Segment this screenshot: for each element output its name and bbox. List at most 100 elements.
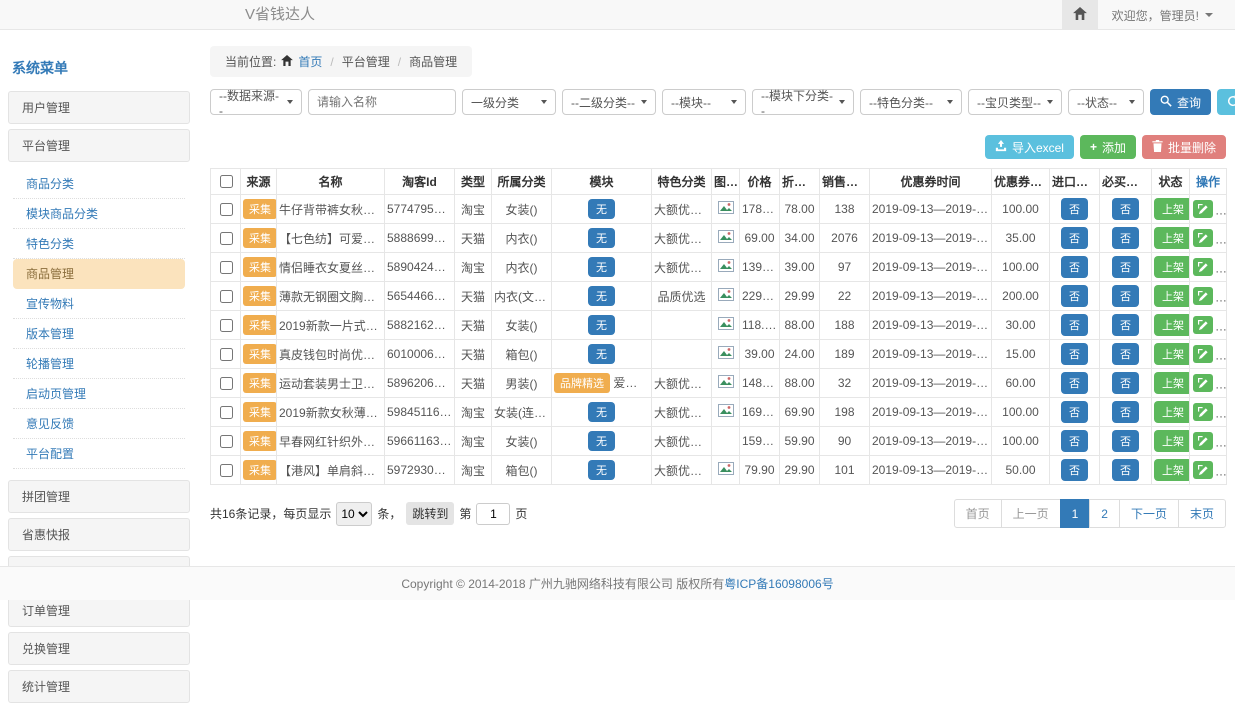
sidebar-item[interactable]: 意见反馈: [13, 409, 185, 439]
module-none-badge[interactable]: 无: [588, 344, 615, 364]
must-buy-button[interactable]: 否: [1112, 227, 1139, 249]
must-buy-button[interactable]: 否: [1112, 256, 1139, 278]
reset-button[interactable]: 重置: [1217, 89, 1235, 115]
sidebar-group-3[interactable]: 拼团管理: [8, 480, 190, 513]
must-buy-button[interactable]: 否: [1112, 285, 1139, 307]
must-buy-button[interactable]: 否: [1112, 314, 1139, 336]
edit-button[interactable]: [1193, 345, 1213, 363]
row-checkbox[interactable]: [220, 435, 233, 448]
batch-delete-button[interactable]: 批量删除: [1142, 135, 1226, 159]
sidebar-item[interactable]: 特色分类: [13, 229, 185, 259]
edit-button[interactable]: [1193, 229, 1213, 247]
module-none-badge[interactable]: 无: [588, 460, 615, 480]
status-button[interactable]: 上架: [1154, 372, 1190, 394]
import-select-button[interactable]: 否: [1061, 430, 1088, 452]
page-jump-input[interactable]: [476, 503, 510, 525]
status-button[interactable]: 上架: [1154, 256, 1190, 278]
must-buy-button[interactable]: 否: [1112, 372, 1139, 394]
page-button-上一页[interactable]: 上一页: [1001, 499, 1061, 528]
edit-button[interactable]: [1193, 461, 1213, 479]
module-none-badge[interactable]: 无: [588, 228, 615, 248]
status-button[interactable]: 上架: [1154, 401, 1190, 423]
status-button[interactable]: 上架: [1154, 285, 1190, 307]
edit-button[interactable]: [1193, 374, 1213, 392]
row-checkbox[interactable]: [220, 261, 233, 274]
edit-button[interactable]: [1193, 316, 1213, 334]
must-buy-button[interactable]: 否: [1112, 343, 1139, 365]
page-button-首页[interactable]: 首页: [954, 499, 1002, 528]
import-select-button[interactable]: 否: [1061, 314, 1088, 336]
filter-select[interactable]: --数据来源--: [210, 89, 302, 115]
sidebar-item[interactable]: 商品管理: [13, 259, 185, 289]
edit-button[interactable]: [1193, 403, 1213, 421]
sidebar-group-7[interactable]: 兑换管理: [8, 632, 190, 665]
user-menu[interactable]: 欢迎您，管理员!: [1098, 7, 1227, 24]
status-button[interactable]: 上架: [1154, 314, 1190, 336]
filter-select[interactable]: --二级分类--: [562, 89, 656, 115]
page-button-末页[interactable]: 末页: [1178, 499, 1226, 528]
sidebar-group-1[interactable]: 用户管理: [8, 91, 190, 124]
module-badge[interactable]: 品牌精选: [554, 373, 610, 393]
import-excel-button[interactable]: 导入excel: [985, 135, 1074, 159]
sidebar-item[interactable]: 版本管理: [13, 319, 185, 349]
row-checkbox[interactable]: [220, 232, 233, 245]
breadcrumb-home-link[interactable]: 首页: [298, 53, 322, 70]
must-buy-button[interactable]: 否: [1112, 459, 1139, 481]
import-select-button[interactable]: 否: [1061, 459, 1088, 481]
module-none-badge[interactable]: 无: [588, 199, 615, 219]
filter-select[interactable]: 一级分类: [462, 89, 556, 115]
sidebar-item[interactable]: 模块商品分类: [13, 199, 185, 229]
sidebar-item[interactable]: 启动页管理: [13, 379, 185, 409]
status-button[interactable]: 上架: [1154, 430, 1190, 452]
sidebar-group-4[interactable]: 省惠快报: [8, 518, 190, 551]
module-none-badge[interactable]: 无: [588, 286, 615, 306]
filter-select[interactable]: --宝贝类型--: [968, 89, 1062, 115]
import-select-button[interactable]: 否: [1061, 198, 1088, 220]
import-select-button[interactable]: 否: [1061, 372, 1088, 394]
add-button[interactable]: + 添加: [1080, 135, 1136, 159]
edit-button[interactable]: [1193, 432, 1213, 450]
page-button-1[interactable]: 1: [1060, 499, 1091, 528]
row-checkbox[interactable]: [220, 406, 233, 419]
module-none-badge[interactable]: 无: [588, 315, 615, 335]
sidebar-item[interactable]: 商品分类: [13, 169, 185, 199]
must-buy-button[interactable]: 否: [1112, 430, 1139, 452]
sidebar-item[interactable]: 平台配置: [13, 439, 185, 469]
edit-button[interactable]: [1193, 258, 1213, 276]
filter-select[interactable]: --特色分类--: [860, 89, 962, 115]
import-select-button[interactable]: 否: [1061, 256, 1088, 278]
name-search-input[interactable]: [308, 89, 456, 115]
must-buy-button[interactable]: 否: [1112, 401, 1139, 423]
filter-select[interactable]: --模块--: [662, 89, 746, 115]
sidebar-item[interactable]: 宣传物料: [13, 289, 185, 319]
search-button[interactable]: 查询: [1150, 89, 1211, 115]
row-checkbox[interactable]: [220, 377, 233, 390]
sidebar-item[interactable]: 轮播管理: [13, 349, 185, 379]
jump-to-button[interactable]: 跳转到: [406, 502, 454, 525]
per-page-select[interactable]: 10: [336, 502, 372, 526]
sidebar-group-2[interactable]: 平台管理: [8, 129, 190, 162]
row-checkbox[interactable]: [220, 290, 233, 303]
status-button[interactable]: 上架: [1154, 459, 1190, 481]
select-all-checkbox[interactable]: [220, 175, 233, 188]
module-none-badge[interactable]: 无: [588, 402, 615, 422]
page-button-下一页[interactable]: 下一页: [1119, 499, 1179, 528]
edit-button[interactable]: [1193, 200, 1213, 218]
status-button[interactable]: 上架: [1154, 227, 1190, 249]
row-checkbox[interactable]: [220, 464, 233, 477]
import-select-button[interactable]: 否: [1061, 285, 1088, 307]
sidebar-group-8[interactable]: 统计管理: [8, 670, 190, 703]
import-select-button[interactable]: 否: [1061, 227, 1088, 249]
import-select-button[interactable]: 否: [1061, 343, 1088, 365]
module-none-badge[interactable]: 无: [588, 431, 615, 451]
page-button-2[interactable]: 2: [1089, 499, 1120, 528]
row-checkbox[interactable]: [220, 348, 233, 361]
module-none-badge[interactable]: 无: [588, 257, 615, 277]
filter-select[interactable]: --模块下分类--: [752, 89, 854, 115]
import-select-button[interactable]: 否: [1061, 401, 1088, 423]
icp-link[interactable]: 粤ICP备16098006号: [724, 575, 833, 592]
status-button[interactable]: 上架: [1154, 198, 1190, 220]
row-checkbox[interactable]: [220, 203, 233, 216]
must-buy-button[interactable]: 否: [1112, 198, 1139, 220]
home-button[interactable]: [1062, 0, 1098, 30]
